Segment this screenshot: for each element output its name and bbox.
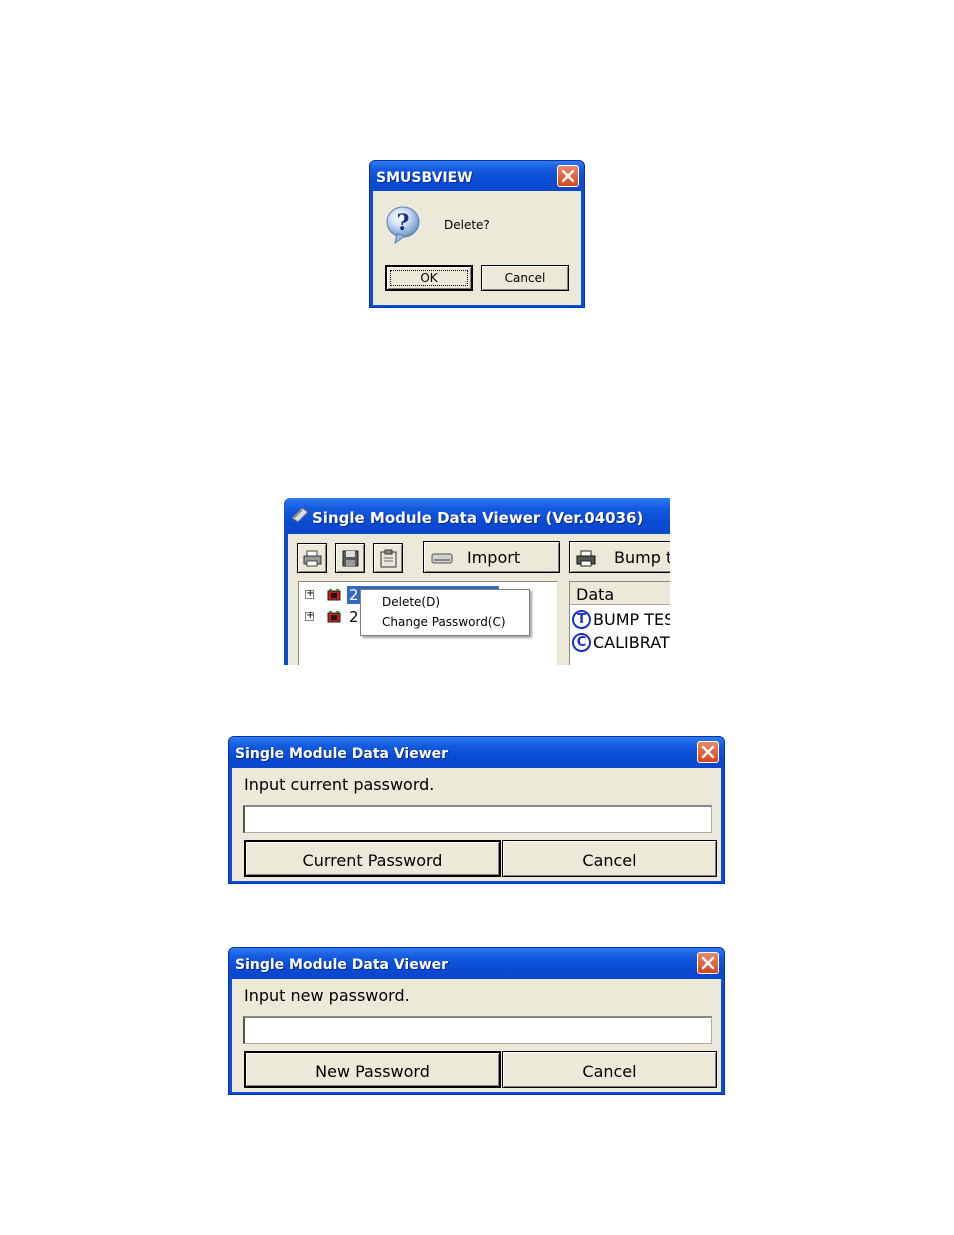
new-password-button-label: New Password: [315, 1062, 430, 1081]
current-password-dialog-title: Single Module Data Viewer: [235, 746, 449, 762]
current-password-dialog-titlebar[interactable]: Single Module Data Viewer: [229, 737, 724, 768]
import-button-label: Import: [467, 548, 521, 567]
bump-button[interactable]: Bump t: [569, 541, 670, 573]
delete-dialog-title: SMUSBVIEW: [376, 170, 473, 186]
data-panel[interactable]: Data T BUMP TES C CALIBRAT: [569, 581, 670, 665]
current-password-input[interactable]: [243, 805, 712, 833]
current-password-dialog-close-button[interactable]: [697, 741, 719, 763]
new-password-dialog-titlebar[interactable]: Single Module Data Viewer: [229, 948, 724, 979]
ok-button[interactable]: OK: [385, 265, 473, 291]
expand-glyph: +: [306, 588, 315, 599]
tree-item[interactable]: + 2: [303, 608, 363, 626]
tree-item-label: 2: [349, 608, 359, 626]
new-password-button[interactable]: New Password: [244, 1051, 501, 1088]
new-password-dialog-close-button[interactable]: [697, 952, 719, 974]
data-column-header[interactable]: Data: [570, 582, 670, 605]
print-button[interactable]: [297, 543, 327, 573]
main-window-title: Single Module Data Viewer (Ver.04036): [312, 509, 644, 527]
bump-button-label: Bump t: [614, 548, 670, 567]
menu-item-delete[interactable]: Delete(D): [363, 593, 527, 612]
data-column-header-label: Data: [576, 585, 615, 604]
delete-dialog-close-button[interactable]: [557, 165, 579, 187]
clipboard-button[interactable]: [373, 543, 403, 573]
floppy-disk-icon: [342, 550, 359, 567]
data-row-label: CALIBRAT: [593, 633, 670, 652]
new-password-dialog-body: Input new password. New Password Cancel: [232, 979, 721, 1092]
delete-dialog: SMUSBVIEW ? Delete? OK Cancel: [369, 160, 585, 308]
close-icon: [701, 745, 715, 759]
delete-dialog-message: Delete?: [444, 218, 490, 232]
current-password-prompt: Input current password.: [244, 775, 435, 794]
close-icon: [561, 169, 575, 183]
question-icon: ?: [386, 206, 420, 245]
module-icon: [327, 611, 341, 623]
import-button[interactable]: Import: [423, 541, 560, 573]
data-row-label: BUMP TES: [593, 610, 670, 629]
module-icon: [327, 589, 341, 601]
new-password-input[interactable]: [243, 1016, 712, 1044]
current-password-dialog-body: Input current password. Current Password…: [232, 768, 721, 881]
clipboard-icon: [380, 549, 397, 568]
data-row[interactable]: C CALIBRAT: [572, 632, 670, 652]
cancel-button[interactable]: Cancel: [502, 1051, 717, 1088]
current-password-button[interactable]: Current Password: [244, 840, 501, 877]
cancel-button[interactable]: Cancel: [502, 840, 717, 877]
new-password-dialog: Single Module Data Viewer Input new pass…: [228, 947, 725, 1095]
expand-toggle[interactable]: +: [305, 610, 315, 621]
expand-glyph: +: [306, 610, 315, 621]
current-password-dialog: Single Module Data Viewer Input current …: [228, 736, 725, 884]
printer-icon: [576, 550, 596, 567]
context-menu: Delete(D) Change Password(C): [360, 589, 530, 636]
printer-icon: [303, 550, 322, 567]
type-badge-letter: C: [576, 635, 587, 650]
current-password-button-label: Current Password: [302, 851, 443, 870]
cancel-button-label: Cancel: [582, 851, 637, 870]
app-icon: [291, 507, 309, 523]
new-password-prompt: Input new password.: [244, 986, 410, 1005]
cancel-button-label: Cancel: [504, 271, 546, 285]
ok-button-label: OK: [420, 271, 438, 285]
main-window: Single Module Data Viewer (Ver.04036) Im…: [284, 498, 670, 665]
svg-text:?: ?: [397, 210, 410, 236]
tree-item-label: 2: [349, 586, 359, 604]
cancel-button[interactable]: Cancel: [481, 265, 569, 291]
delete-dialog-titlebar[interactable]: SMUSBVIEW: [370, 161, 584, 191]
close-icon: [701, 956, 715, 970]
expand-toggle[interactable]: +: [305, 588, 315, 599]
menu-item-change-password-label: Change Password(C): [382, 615, 506, 629]
type-badge-letter: T: [577, 612, 586, 627]
type-badge: C: [572, 633, 591, 652]
new-password-dialog-title: Single Module Data Viewer: [235, 957, 449, 973]
type-badge: T: [572, 610, 591, 629]
menu-item-delete-label: Delete(D): [382, 595, 441, 609]
delete-dialog-body: ? Delete? OK Cancel: [373, 191, 581, 305]
data-row[interactable]: T BUMP TES: [572, 609, 670, 629]
main-window-client: Import Bump t + 2 + 2 Data T BUMP TES C …: [288, 534, 670, 665]
save-button[interactable]: [335, 543, 365, 573]
drive-icon: [431, 553, 453, 564]
menu-item-change-password[interactable]: Change Password(C): [363, 613, 527, 632]
main-window-titlebar[interactable]: Single Module Data Viewer (Ver.04036): [284, 498, 670, 534]
cancel-button-label: Cancel: [582, 1062, 637, 1081]
